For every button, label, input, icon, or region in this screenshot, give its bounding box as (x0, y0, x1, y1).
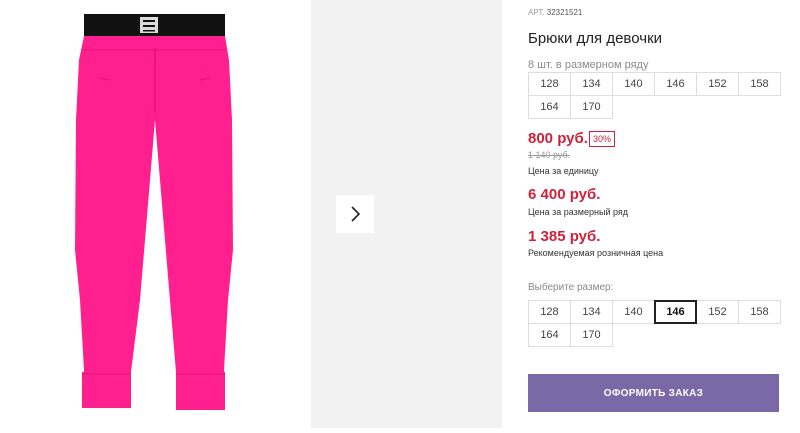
article-label: АРТ. (528, 8, 545, 17)
product-image-main[interactable] (0, 0, 292, 428)
pack-size-cell: 140 (612, 72, 655, 96)
size-option[interactable]: 170 (570, 323, 613, 347)
discount-badge: 30% (589, 131, 616, 147)
pack-size-grid: 128 134 140 146 152 158 164 170 (528, 72, 781, 119)
size-select-grid: 128 134 140 146 152 158 164 170 (528, 300, 781, 347)
next-image-button[interactable] (336, 195, 374, 233)
set-price: 6 400 руб. (528, 186, 601, 203)
size-option[interactable]: 164 (528, 323, 571, 347)
size-select-label: Выберите размер: (528, 282, 614, 293)
pants-image (75, 14, 233, 410)
chevron-right-icon (351, 206, 361, 222)
pack-size-cell: 170 (570, 95, 613, 119)
pack-size-cell: 134 (570, 72, 613, 96)
set-price-label: Цена за размерный ряд (528, 207, 629, 217)
pack-size-cell: 158 (738, 72, 781, 96)
product-title: Брюки для девочки (528, 30, 663, 47)
size-option[interactable]: 152 (696, 300, 739, 324)
pack-note: 8 шт. в размерном ряду (528, 59, 649, 71)
size-option-selected[interactable]: 146 (654, 300, 697, 324)
pack-size-cell: 128 (528, 72, 571, 96)
retail-price: 1 385 руб. (528, 228, 601, 245)
size-option[interactable]: 134 (570, 300, 613, 324)
retail-price-label: Рекомендуемая розничная цена (528, 248, 664, 258)
old-price: 1 140 руб. (528, 150, 571, 160)
unit-price-label: Цена за единицу (528, 166, 599, 176)
article-number: АРТ. 32321521 (528, 8, 582, 17)
checkout-button[interactable]: ОФОРМИТЬ ЗАКАЗ (528, 374, 779, 412)
unit-price: 800 руб. (528, 130, 588, 147)
size-option[interactable]: 140 (612, 300, 655, 324)
pack-size-cell: 152 (696, 72, 739, 96)
pack-size-cell: 164 (528, 95, 571, 119)
size-option[interactable]: 128 (528, 300, 571, 324)
article-value: 32321521 (546, 8, 583, 17)
pack-size-cell: 146 (654, 72, 697, 96)
size-option[interactable]: 158 (738, 300, 781, 324)
